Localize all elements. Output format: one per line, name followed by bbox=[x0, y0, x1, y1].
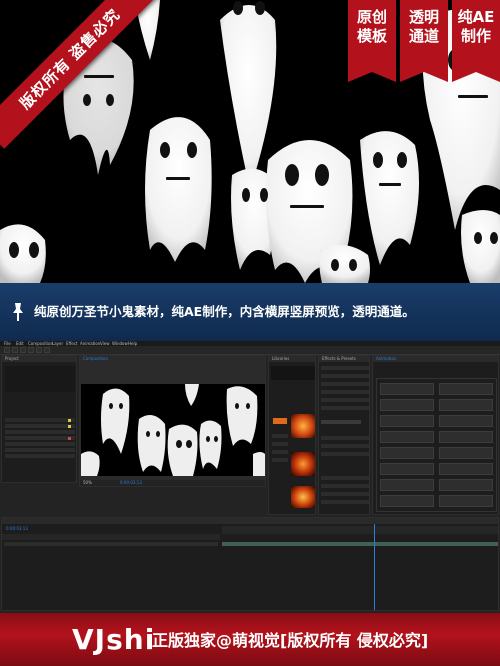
preset-button[interactable] bbox=[380, 479, 434, 491]
label-color-swatch bbox=[68, 437, 71, 440]
tag-line: 纯AE bbox=[457, 8, 495, 26]
copyright-text: 正版独家@萌视觉[版权所有 侵权必究] bbox=[152, 631, 429, 650]
project-row[interactable] bbox=[5, 430, 75, 434]
composition-viewer[interactable] bbox=[81, 384, 265, 476]
pushpin-icon bbox=[13, 303, 23, 321]
composition-tab[interactable]: Composition bbox=[80, 356, 265, 362]
project-row[interactable] bbox=[5, 448, 75, 452]
project-row[interactable] bbox=[5, 436, 75, 440]
timeline-timecode[interactable]: 0:00:03:13 bbox=[6, 527, 28, 531]
timeline-tabs bbox=[2, 518, 498, 524]
preset-button[interactable] bbox=[439, 447, 493, 459]
effect-row[interactable] bbox=[321, 366, 369, 370]
tag-line: 原创 bbox=[356, 8, 387, 26]
preset-button[interactable] bbox=[380, 495, 434, 507]
pen-tool-icon[interactable] bbox=[36, 347, 42, 353]
project-row[interactable] bbox=[5, 442, 75, 446]
library-row[interactable] bbox=[272, 434, 288, 438]
project-row[interactable] bbox=[5, 454, 75, 458]
effect-row[interactable] bbox=[321, 398, 369, 402]
effect-row[interactable] bbox=[321, 452, 369, 456]
effect-row[interactable] bbox=[321, 492, 369, 496]
preset-button[interactable] bbox=[380, 431, 434, 443]
effect-row[interactable] bbox=[321, 436, 369, 440]
preset-button[interactable] bbox=[380, 463, 434, 475]
layer-row[interactable] bbox=[4, 542, 218, 546]
effect-row[interactable] bbox=[321, 484, 369, 488]
preset-button[interactable] bbox=[439, 495, 493, 507]
effect-row[interactable] bbox=[321, 500, 369, 504]
timeline-panel: 0:00:03:13 bbox=[1, 517, 499, 611]
fire-effect-thumbnail[interactable] bbox=[291, 452, 315, 476]
project-row[interactable] bbox=[5, 424, 75, 428]
brand-logo: VJshi bbox=[72, 623, 156, 656]
effect-row[interactable] bbox=[321, 382, 369, 386]
library-panel-title: Libraries bbox=[269, 356, 315, 362]
fire-effect-thumbnail[interactable] bbox=[291, 414, 315, 438]
library-panel: Libraries bbox=[268, 355, 316, 515]
layer-header bbox=[2, 534, 220, 540]
zoom-tool-icon[interactable] bbox=[20, 347, 26, 353]
library-banner bbox=[271, 366, 315, 380]
tag-pure-ae: 纯AE 制作 bbox=[452, 0, 500, 82]
preset-button[interactable] bbox=[380, 399, 434, 411]
toolbar bbox=[0, 346, 500, 355]
library-row[interactable] bbox=[272, 458, 288, 462]
composition-panel: Composition 50% 0:00:03:13 bbox=[79, 355, 266, 487]
caption-text: 纯原创万圣节小鬼素材，纯AE制作，内含横屏竖屏预览，透明通道。 bbox=[34, 304, 415, 319]
hand-tool-icon[interactable] bbox=[12, 347, 18, 353]
tag-line: 透明 bbox=[408, 8, 439, 26]
ghost-preview-thumbnail bbox=[81, 384, 265, 476]
effect-row[interactable] bbox=[321, 374, 369, 378]
preset-button[interactable] bbox=[380, 447, 434, 459]
selection-tool-icon[interactable] bbox=[4, 347, 10, 353]
effect-row[interactable] bbox=[321, 390, 369, 394]
library-row[interactable] bbox=[272, 450, 288, 454]
project-row[interactable] bbox=[5, 418, 75, 422]
viewer-timecode[interactable]: 0:00:03:13 bbox=[120, 481, 142, 485]
label-color-swatch bbox=[68, 425, 71, 428]
fire-effect-thumbnail[interactable] bbox=[291, 486, 315, 508]
bottom-banner: VJshi 正版独家@萌视觉[版权所有 侵权必究] bbox=[0, 613, 500, 666]
animation-panel: Animation bbox=[372, 355, 499, 515]
preset-button[interactable] bbox=[380, 415, 434, 427]
after-effects-screenshot: File Edit Composition Layer Effect Anima… bbox=[0, 341, 500, 613]
caption-band: 纯原创万圣节小鬼素材，纯AE制作，内含横屏竖屏预览，透明通道。 bbox=[0, 283, 500, 341]
project-panel: Project bbox=[1, 355, 77, 483]
text-tool-icon[interactable] bbox=[44, 347, 50, 353]
effect-row[interactable] bbox=[321, 406, 369, 410]
hero-preview: 版权所有 盗售必究 原创 模板 透明 通道 纯AE 制作 bbox=[0, 0, 500, 283]
effect-row[interactable] bbox=[321, 444, 369, 448]
project-panel-title: Project bbox=[2, 356, 76, 362]
tag-line: 通道 bbox=[408, 27, 439, 45]
label-color-swatch bbox=[68, 419, 71, 422]
time-ruler[interactable] bbox=[222, 526, 498, 534]
preset-button[interactable] bbox=[439, 479, 493, 491]
project-thumbnail bbox=[5, 366, 75, 392]
effect-row[interactable] bbox=[321, 420, 361, 424]
preset-grid bbox=[376, 378, 497, 512]
tag-original-template: 原创 模板 bbox=[348, 0, 396, 82]
library-category-tab[interactable] bbox=[273, 418, 287, 424]
preset-button[interactable] bbox=[439, 415, 493, 427]
playhead[interactable] bbox=[374, 524, 375, 610]
tag-line: 制作 bbox=[460, 27, 491, 45]
animation-panel-title: Animation bbox=[373, 356, 498, 362]
preset-button[interactable] bbox=[439, 463, 493, 475]
tag-alpha-channel: 透明 通道 bbox=[400, 0, 448, 82]
library-row[interactable] bbox=[272, 442, 288, 446]
effects-panel: Effects & Presets bbox=[318, 355, 370, 515]
viewer-footer: 50% 0:00:03:13 bbox=[80, 480, 265, 486]
layer-bar[interactable] bbox=[222, 542, 498, 546]
preset-button[interactable] bbox=[439, 431, 493, 443]
tag-line: 模板 bbox=[356, 27, 387, 45]
effects-panel-title: Effects & Presets bbox=[319, 356, 369, 362]
preset-button[interactable] bbox=[380, 383, 434, 395]
rotate-tool-icon[interactable] bbox=[28, 347, 34, 353]
zoom-level[interactable]: 50% bbox=[83, 481, 92, 485]
preset-button[interactable] bbox=[439, 399, 493, 411]
preset-button[interactable] bbox=[439, 383, 493, 395]
effect-row[interactable] bbox=[321, 476, 369, 480]
